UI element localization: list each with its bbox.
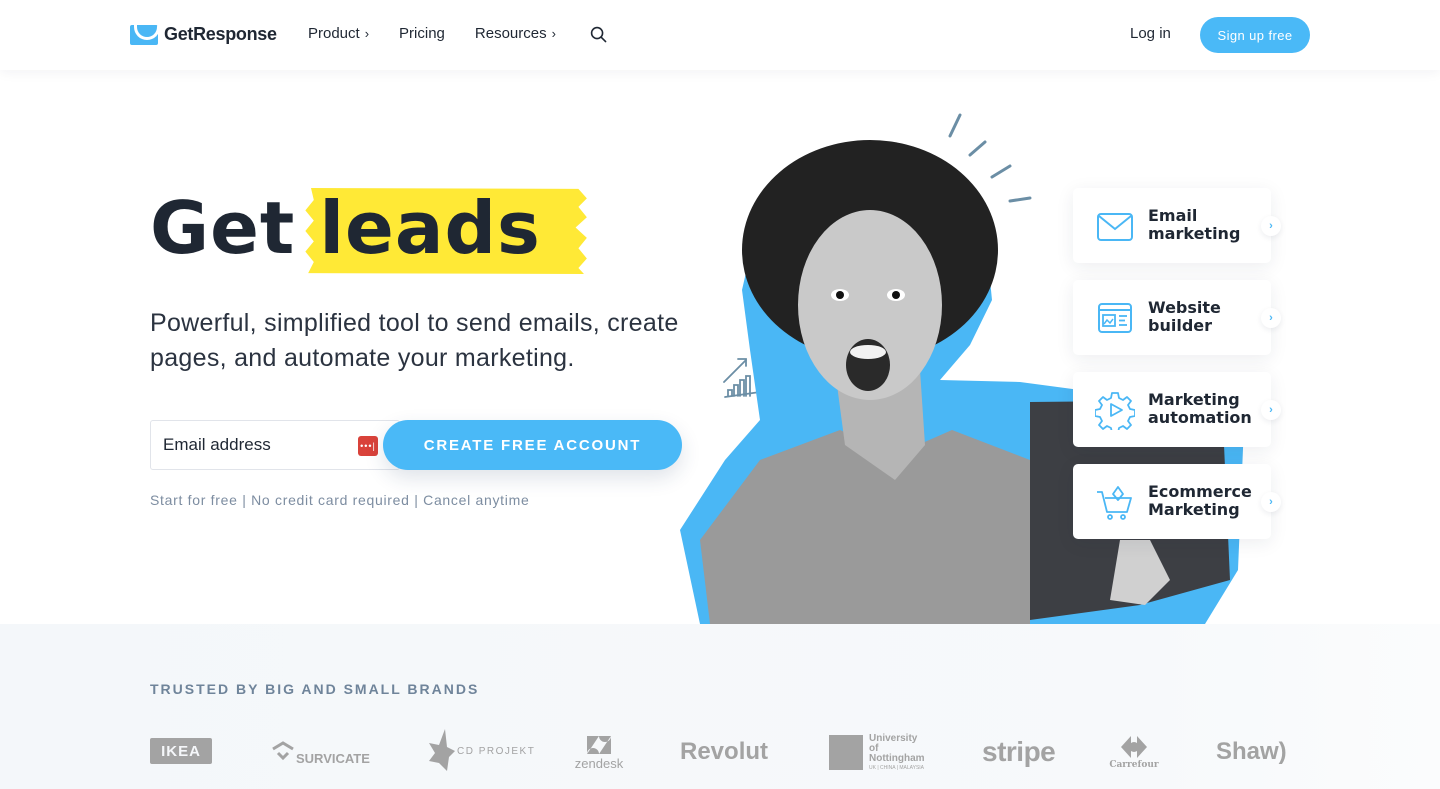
search-icon[interactable]	[590, 26, 607, 43]
feature-label-line1: Marketing	[1148, 390, 1240, 409]
brand-logo-cd-projekt: CD PROJEKT	[425, 726, 535, 776]
email-field[interactable]: •••|	[150, 420, 400, 470]
feature-label-line2: automation	[1148, 408, 1252, 427]
feature-card-marketing-automation[interactable]: Marketing automation ›	[1073, 372, 1281, 447]
nav-resources[interactable]: Resources ›	[475, 25, 556, 42]
logo[interactable]: GetResponse	[130, 24, 277, 45]
carrefour-icon	[1121, 736, 1147, 758]
chevron-right-icon[interactable]: ›	[1261, 400, 1281, 420]
brand-logo-zendesk: zendesk	[573, 730, 625, 774]
brand-logo-shaw: Shaw)	[1216, 738, 1287, 765]
logo-text: GetResponse	[164, 24, 277, 44]
cd-projekt-bird-icon	[429, 729, 455, 771]
feature-label-line2: Marketing	[1148, 500, 1240, 519]
hero-title-plain: Get	[150, 186, 296, 270]
brand-logo-ikea: IKEA	[150, 738, 212, 764]
feature-card-label: Email marketing	[1148, 207, 1240, 243]
logo-envelope-icon	[130, 24, 158, 45]
nav-product[interactable]: Product ›	[308, 25, 369, 42]
hero-title-highlight: leads	[305, 186, 587, 270]
nav-pricing-label: Pricing	[399, 25, 445, 42]
signup-button[interactable]: Sign up free	[1200, 17, 1310, 53]
nav-product-label: Product	[308, 25, 360, 42]
brand-logo-nottingham-text: University of Nottingham	[869, 732, 925, 764]
password-manager-icon[interactable]: •••|	[358, 436, 378, 456]
brand-logo-carrefour: Carrefour	[1109, 730, 1159, 774]
chevron-right-icon: ›	[364, 26, 370, 41]
chevron-right-icon[interactable]: ›	[1261, 216, 1281, 236]
feature-label-line1: Ecommerce	[1148, 482, 1252, 501]
feature-card-label: Ecommerce Marketing	[1148, 483, 1252, 519]
feature-card-label: Marketing automation	[1148, 391, 1252, 427]
feature-card-email-marketing[interactable]: Email marketing ›	[1073, 188, 1281, 263]
main-nav: Product › Pricing Resources ›	[308, 25, 586, 42]
trusted-brands-section: TRUSTED BY BIG AND SMALL BRANDS IKEA SUR…	[0, 624, 1440, 789]
chevron-right-icon[interactable]: ›	[1261, 308, 1281, 328]
feature-card-website-builder[interactable]: Website builder ›	[1073, 280, 1281, 355]
chevron-right-icon[interactable]: ›	[1261, 492, 1281, 512]
brand-logo-survicate: SURVICATE	[270, 736, 370, 768]
feature-label-line1: Email	[1148, 206, 1198, 225]
brand-logo-survicate-text: SURVICATE	[296, 750, 370, 766]
hero-illustration	[680, 113, 1245, 624]
feature-card-label: Website builder	[1148, 299, 1221, 335]
nav-resources-label: Resources	[474, 25, 547, 42]
brand-logo-zendesk-text: zendesk	[574, 755, 624, 771]
feature-card-ecommerce-marketing[interactable]: Ecommerce Marketing ›	[1073, 464, 1281, 539]
nottingham-text: University of Nottingham UK | CHINA | MA…	[869, 732, 927, 771]
login-link[interactable]: Log in	[1130, 25, 1171, 42]
nottingham-crest-icon	[829, 734, 863, 770]
brand-logos: IKEA SURVICATE CD PROJEKT zendesk Revolu…	[150, 724, 1290, 780]
cart-icon	[1097, 486, 1132, 520]
feature-label-line2: builder	[1148, 316, 1213, 335]
email-input[interactable]	[163, 435, 343, 455]
survicate-icon	[272, 741, 294, 761]
envelope-icon	[1097, 213, 1133, 241]
site-header: GetResponse Product › Pricing Resources …	[0, 0, 1440, 70]
hero-title: Get leads	[150, 186, 587, 270]
create-account-button[interactable]: CREATE FREE ACCOUNT	[383, 420, 682, 470]
brand-logo-nottingham: University of Nottingham UK | CHINA | MA…	[829, 732, 927, 771]
brand-logo-carrefour-text: Carrefour	[1109, 760, 1159, 770]
website-builder-icon	[1098, 303, 1132, 333]
gear-play-icon	[1095, 392, 1135, 430]
brand-logo-stripe: stripe	[982, 736, 1056, 767]
zendesk-icon	[587, 735, 611, 754]
signup-fineprint: Start for free | No credit card required…	[150, 492, 530, 508]
nav-pricing[interactable]: Pricing	[399, 25, 445, 42]
hero-subtitle: Powerful, simplified tool to send emails…	[150, 309, 679, 372]
feature-label-line1: Website	[1148, 298, 1221, 317]
brand-logo-nottingham-sub: UK | CHINA | MALAYSIA	[869, 764, 925, 771]
feature-label-line2: marketing	[1148, 224, 1241, 243]
hero-title-highlight-text: leads	[319, 186, 541, 270]
chevron-right-icon: ›	[551, 26, 556, 41]
trusted-title: TRUSTED BY BIG AND SMALL BRANDS	[150, 681, 480, 697]
brand-logo-cd-projekt-text: CD PROJEKT	[457, 745, 536, 757]
brand-logo-revolut: Revolut	[680, 738, 769, 765]
